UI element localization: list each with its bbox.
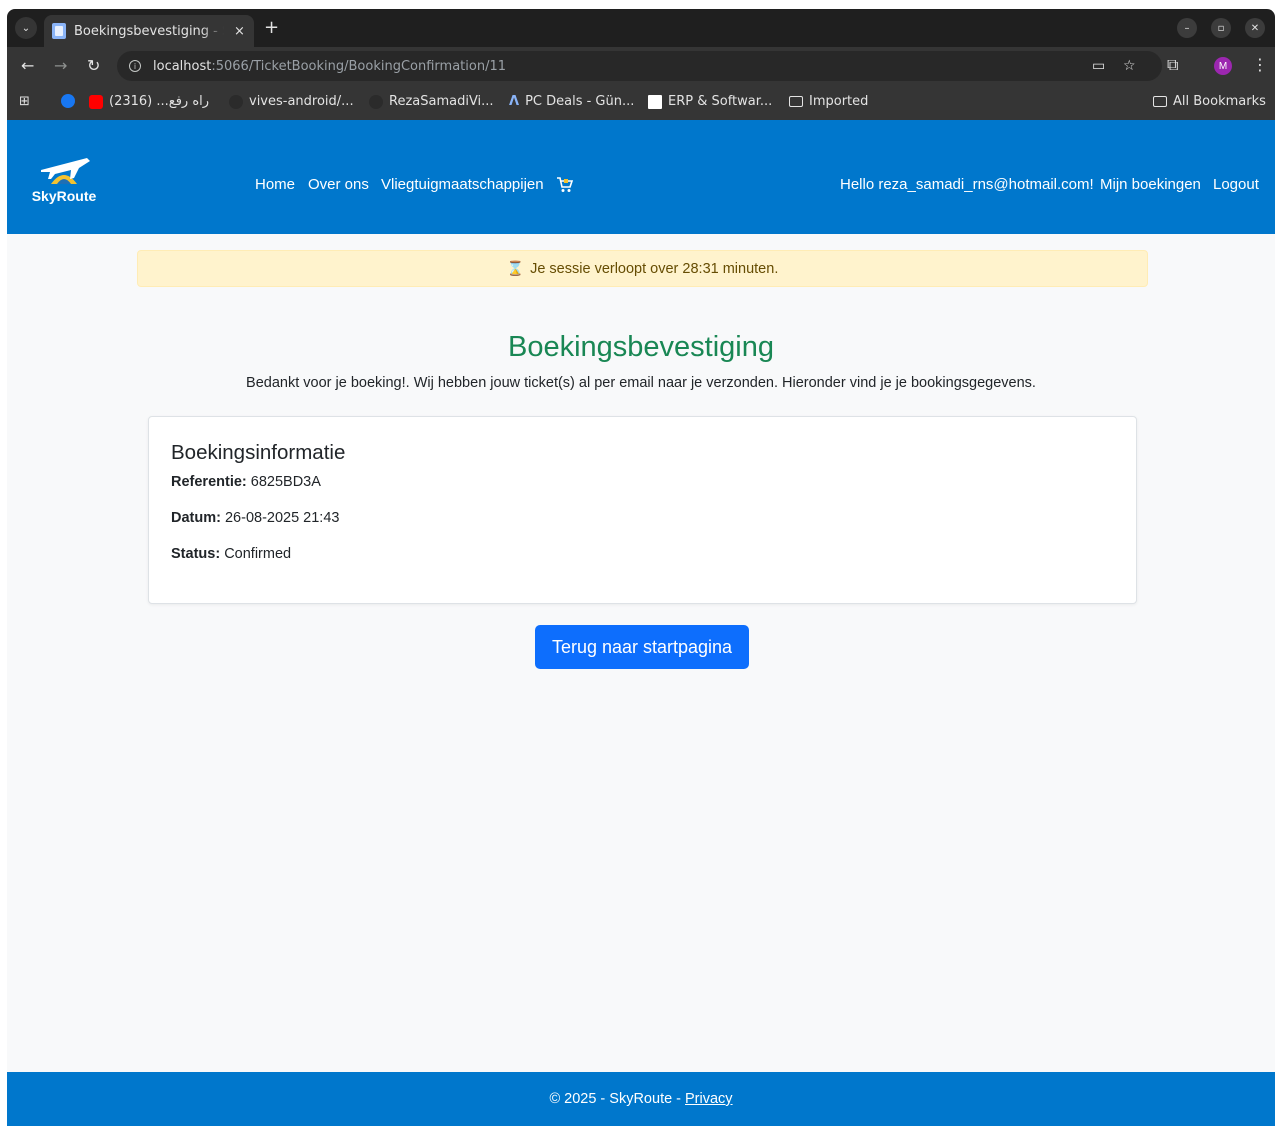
status-value: Confirmed [224, 546, 292, 562]
bookmark-facebook[interactable] [61, 94, 75, 108]
address-bar[interactable]: i localhost:5066/TicketBooking/BookingCo… [117, 51, 1162, 81]
nav-logout[interactable]: Logout [1213, 176, 1259, 193]
status-label: Status: [171, 546, 221, 562]
minimize-icon[interactable]: – [1177, 18, 1197, 38]
site-logo[interactable]: SkyRoute [31, 148, 97, 208]
site-footer: © 2025 - SkyRoute - Privacy [7, 1072, 1275, 1126]
site-header: SkyRoute Home Over ons Vliegtuigmaatscha… [7, 120, 1275, 234]
extensions-icon[interactable]: ⧉ [1167, 55, 1178, 75]
card-title: Boekingsinformatie [171, 441, 346, 464]
triangle-icon: Λ [509, 94, 520, 109]
logo-text: SkyRoute [31, 188, 97, 204]
airplane-logo-icon [41, 158, 90, 184]
github-icon [369, 94, 383, 109]
back-to-home-button[interactable]: Terug naar startpagina [535, 625, 749, 669]
tab-strip: ⌄ Boekingsbevestiging - SkyRoute × + – ▫… [7, 9, 1275, 47]
status-row: Status: Confirmed [171, 546, 291, 562]
bookmark-1[interactable]: vives-android/... [229, 94, 354, 109]
lead-text: Bedankt voor je boeking!. Wij hebben jou… [246, 375, 1036, 391]
nav-about[interactable]: Over ons [308, 176, 369, 193]
bookmark-3[interactable]: Λ PC Deals - Gün... [509, 94, 634, 109]
page-title: Boekingsbevestiging [507, 331, 774, 363]
site-info-icon[interactable]: i [129, 60, 141, 72]
reload-icon[interactable]: ↻ [87, 56, 100, 75]
page-favicon-icon [52, 23, 66, 39]
nav-home[interactable]: Home [255, 176, 295, 193]
date-label: Datum: [171, 510, 221, 526]
bookmarks-bar: ⊞ راه رفع... (2316) vives-android/... Re… [7, 85, 1275, 120]
nav-my-bookings[interactable]: Mijn boekingen [1100, 176, 1201, 193]
reference-label: Referentie: [171, 474, 247, 490]
nav-airlines[interactable]: Vliegtuigmaatschappijen [381, 176, 544, 193]
privacy-link[interactable]: Privacy [685, 1091, 733, 1107]
apps-icon[interactable]: ⊞ [19, 94, 30, 109]
reference-value: 6825BD3A [250, 474, 321, 490]
date-row: Datum: 26-08-2025 21:43 [171, 510, 339, 526]
session-alert-text: Je sessie verloopt over 28:31 minuten. [530, 260, 779, 277]
menu-icon[interactable]: ⋮ [1252, 55, 1268, 74]
forward-icon[interactable]: → [54, 56, 67, 75]
cart-icon[interactable] [556, 176, 574, 194]
close-window-icon[interactable]: ✕ [1245, 18, 1265, 38]
user-greeting[interactable]: Hello reza_samadi_rns@hotmail.com! [840, 176, 1094, 193]
bookmark-5[interactable]: Imported [789, 94, 868, 109]
date-value: 26-08-2025 21:43 [224, 510, 340, 526]
url-text: localhost:5066/TicketBooking/BookingConf… [153, 58, 506, 74]
bookmark-4[interactable]: ERP & Softwar... [648, 94, 772, 109]
all-bookmarks[interactable]: All Bookmarks [1153, 94, 1266, 109]
browser-toolbar: ← → ↻ i localhost:5066/TicketBooking/Boo… [7, 47, 1275, 85]
back-icon[interactable]: ← [21, 56, 34, 75]
profile-avatar[interactable]: M [1214, 57, 1232, 75]
new-tab-icon[interactable]: + [264, 17, 279, 38]
bookmark-0[interactable]: راه رفع... (2316) [89, 94, 209, 109]
close-tab-icon[interactable]: × [234, 24, 245, 39]
folder-icon [789, 96, 803, 107]
tab-active[interactable]: Boekingsbevestiging - SkyRoute × [44, 15, 254, 47]
copyright-text: © 2025 - SkyRoute - [549, 1091, 682, 1107]
folder-icon [1153, 96, 1167, 107]
tab-title: Boekingsbevestiging - SkyRoute [74, 23, 224, 39]
booking-card: Boekingsinformatie Referentie: 6825BD3A … [148, 416, 1137, 604]
hourglass-icon: ⌛ [506, 260, 525, 277]
page-icon [648, 94, 662, 109]
reader-mode-icon[interactable]: ▭ [1092, 58, 1105, 74]
facebook-icon [61, 94, 75, 108]
bookmark-star-icon[interactable]: ☆ [1123, 58, 1136, 74]
bookmark-2[interactable]: RezaSamadiVi... [369, 94, 494, 109]
tab-search-icon[interactable]: ⌄ [15, 17, 37, 39]
reference-row: Referentie: 6825BD3A [171, 474, 321, 490]
maximize-icon[interactable]: ▫ [1211, 18, 1231, 38]
session-alert: ⌛ Je sessie verloopt over 28:31 minuten. [137, 250, 1148, 287]
github-icon [229, 94, 243, 109]
youtube-icon [89, 94, 103, 109]
browser-window: ⌄ Boekingsbevestiging - SkyRoute × + – ▫… [7, 9, 1275, 1126]
